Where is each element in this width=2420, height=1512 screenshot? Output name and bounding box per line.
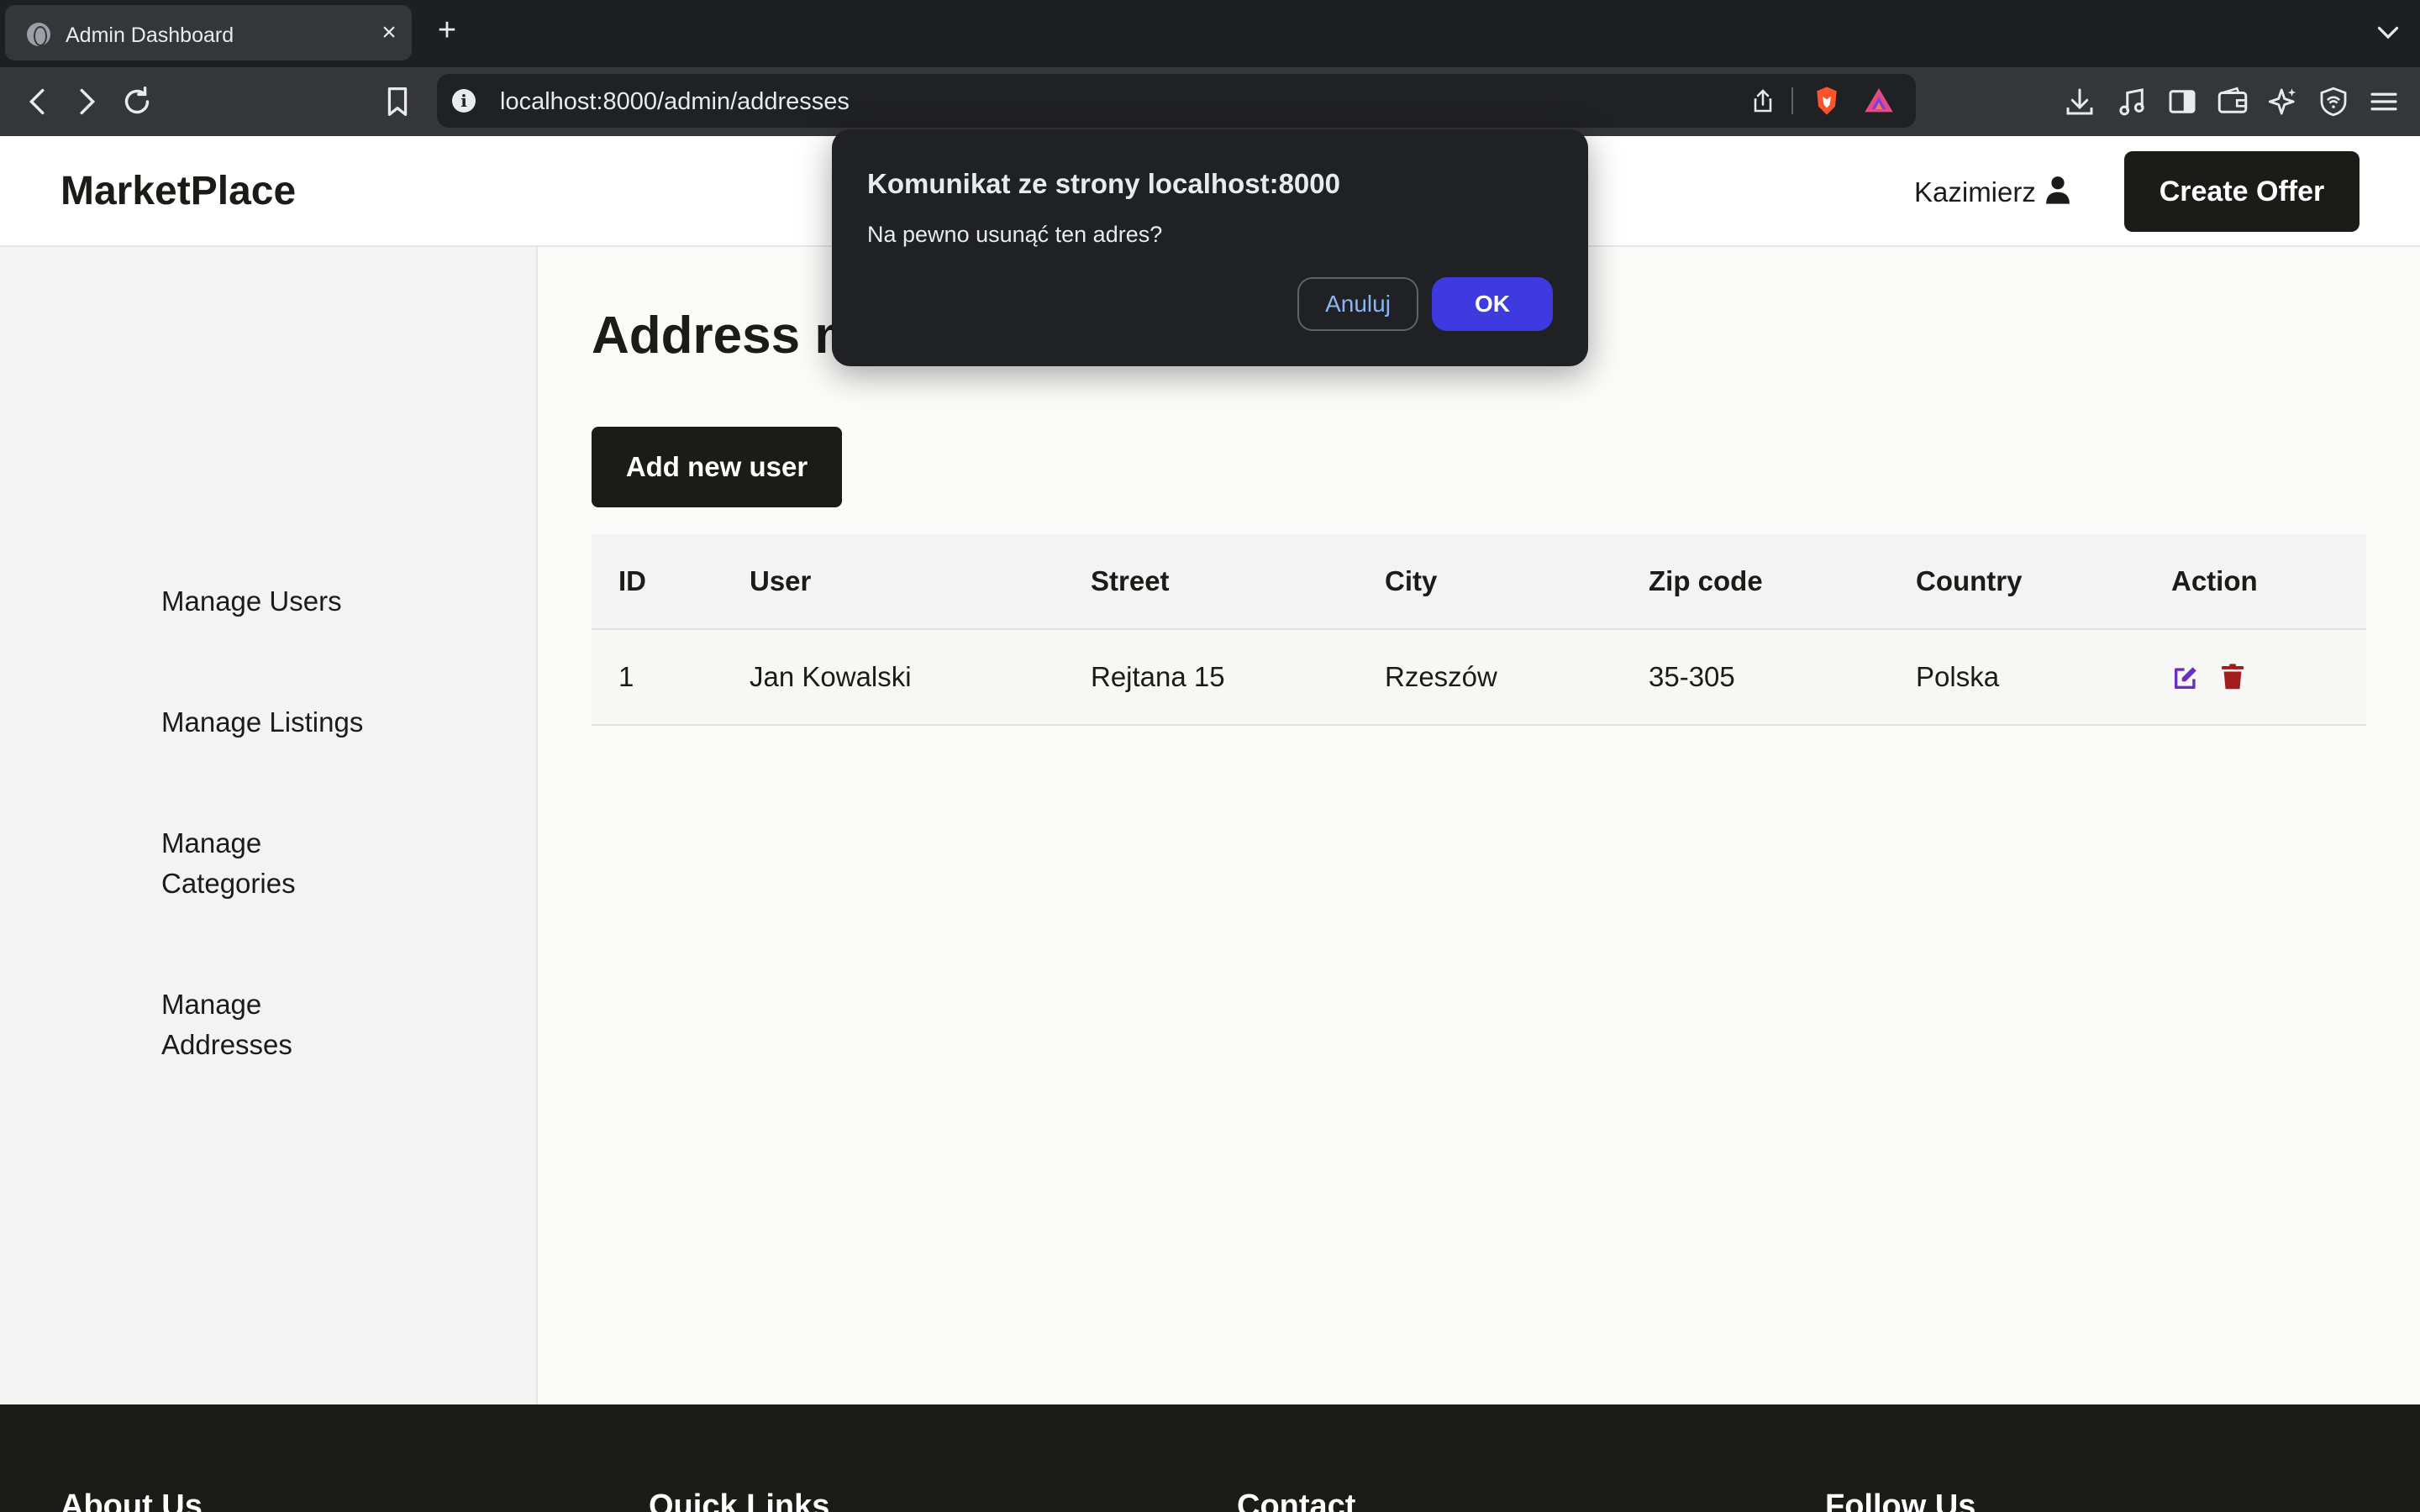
cancel-button[interactable]: Anuluj: [1297, 277, 1418, 331]
url-separator: [1791, 87, 1793, 114]
table-header: ID User Street City Zip code Country Act…: [592, 534, 2366, 630]
sidebar-item-listings[interactable]: Manage Listings: [161, 702, 413, 743]
globe-icon: [27, 23, 50, 46]
column-header-zip: Zip code: [1649, 565, 1763, 596]
admin-sidebar: Manage Users Manage Listings Manage Cate…: [0, 247, 538, 1404]
forward-icon[interactable]: [67, 82, 106, 121]
sidebar-item-categories[interactable]: Manage Categories: [161, 823, 321, 904]
address-bar[interactable]: i localhost:8000/admin/addresses: [437, 74, 1916, 128]
footer-heading-contact: Contact: [1237, 1488, 1356, 1512]
cell-user: Jan Kowalski: [750, 661, 912, 692]
back-icon[interactable]: [18, 82, 57, 121]
chevron-down-icon[interactable]: [2373, 17, 2403, 47]
column-header-country: Country: [1916, 565, 2023, 596]
leo-ai-icon[interactable]: [2265, 84, 2301, 119]
brave-shield-icon[interactable]: [1810, 84, 1844, 118]
new-tab-button[interactable]: +: [432, 14, 462, 46]
column-header-action: Action: [2171, 565, 2258, 596]
brave-rewards-icon[interactable]: [1862, 84, 1896, 118]
sidebar-icon[interactable]: [2165, 84, 2200, 119]
cell-city: Rzeszów: [1385, 661, 1497, 692]
confirm-dialog: Komunikat ze strony localhost:8000 Na pe…: [832, 129, 1588, 366]
menu-icon[interactable]: [2366, 84, 2402, 119]
sidebar-item-addresses[interactable]: Manage Addresses: [161, 984, 321, 1065]
info-icon[interactable]: i: [452, 89, 476, 113]
table-row: 1 Jan Kowalski Rejtana 15 Rzeszów 35-305…: [592, 630, 2366, 726]
edit-icon[interactable]: [2171, 664, 2200, 692]
site-footer: About Us Quick Links Contact Follow Us: [0, 1404, 2420, 1512]
bookmark-icon[interactable]: [378, 82, 417, 121]
dialog-title: Komunikat ze strony localhost:8000: [867, 168, 1340, 199]
cell-street: Rejtana 15: [1091, 661, 1225, 692]
footer-heading-links: Quick Links: [649, 1488, 830, 1512]
browser-toolbar: i localhost:8000/admin/addresses: [0, 67, 2420, 136]
column-header-user: User: [750, 565, 812, 596]
column-header-street: Street: [1091, 565, 1170, 596]
main-content: Address management Add new user ID User …: [539, 247, 2420, 1404]
create-offer-button[interactable]: Create Offer: [2124, 151, 2360, 232]
ok-button[interactable]: OK: [1432, 277, 1553, 331]
cell-country: Polska: [1916, 661, 2000, 692]
sidebar-item-users[interactable]: Manage Users: [161, 581, 413, 622]
browser-tab-bar: Admin Dashboard × +: [0, 0, 2420, 67]
wallet-icon[interactable]: [2215, 84, 2250, 119]
download-icon[interactable]: [2062, 84, 2097, 119]
cell-zip: 35-305: [1649, 661, 1735, 692]
music-icon[interactable]: [2114, 84, 2149, 119]
url-text[interactable]: localhost:8000/admin/addresses: [500, 88, 850, 116]
column-header-id: ID: [618, 565, 646, 596]
share-icon[interactable]: [1748, 86, 1778, 116]
tab-admin-dashboard[interactable]: Admin Dashboard ×: [5, 5, 412, 60]
cell-id: 1: [618, 661, 634, 692]
footer-heading-about: About Us: [60, 1488, 203, 1512]
column-header-city: City: [1385, 565, 1438, 596]
user-icon[interactable]: [2044, 175, 2072, 205]
add-new-user-button[interactable]: Add new user: [592, 427, 842, 507]
user-name[interactable]: Kazimierz: [1914, 176, 2036, 208]
addresses-table: ID User Street City Zip code Country Act…: [592, 534, 2366, 726]
trash-icon[interactable]: [2222, 664, 2244, 690]
footer-heading-follow: Follow Us: [1825, 1488, 1976, 1512]
reload-icon[interactable]: [118, 82, 156, 121]
brand-logo[interactable]: MarketPlace: [60, 168, 296, 214]
tab-title: Admin Dashboard: [66, 24, 234, 47]
dialog-message: Na pewno usunąć ten adres?: [867, 222, 1163, 247]
vpn-icon[interactable]: [2316, 84, 2351, 119]
tab-close-icon[interactable]: ×: [375, 18, 403, 47]
